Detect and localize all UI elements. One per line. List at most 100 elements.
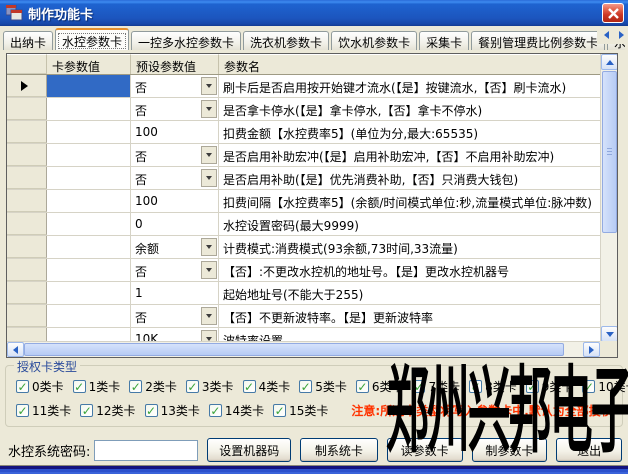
table-row: 0 水控设置密码(最大9999) bbox=[7, 213, 617, 236]
cell-preset-value[interactable]: 否 bbox=[131, 144, 219, 166]
read-param-card-button[interactable]: 读参数卡 bbox=[387, 438, 463, 462]
checkbox-checked-icon: ✓ bbox=[129, 380, 142, 393]
checkbox-checked-icon: ✓ bbox=[80, 404, 93, 417]
exit-button[interactable]: 退出 bbox=[556, 438, 622, 462]
scroll-right-icon[interactable] bbox=[583, 342, 600, 357]
tab-water-control-param-card[interactable]: 水控参数卡 bbox=[55, 28, 129, 50]
system-password-input[interactable] bbox=[94, 440, 198, 461]
checkbox-type-10[interactable]: ✓10类卡 bbox=[582, 378, 628, 395]
cell-card-value[interactable] bbox=[47, 305, 131, 327]
row-selector[interactable] bbox=[7, 190, 47, 212]
row-selector[interactable] bbox=[7, 282, 47, 304]
dropdown-button[interactable] bbox=[201, 100, 217, 118]
vertical-scrollbar[interactable] bbox=[600, 54, 617, 342]
checkbox-type-9[interactable]: ✓9类卡 bbox=[526, 378, 574, 395]
cell-preset-value[interactable]: 否 bbox=[131, 259, 219, 281]
checkbox-checked-icon: ✓ bbox=[16, 380, 29, 393]
tab-multi-water-control-param-card[interactable]: 一控多水控参数卡 bbox=[131, 31, 241, 50]
checkbox-type-2[interactable]: ✓2类卡 bbox=[129, 378, 177, 395]
checkbox-type-14[interactable]: ✓14类卡 bbox=[209, 402, 264, 419]
scroll-down-icon[interactable] bbox=[601, 326, 618, 342]
make-param-card-button[interactable]: 制参数卡 bbox=[472, 438, 548, 462]
dropdown-button[interactable] bbox=[201, 169, 217, 187]
col-header-param-name[interactable]: 参数名 bbox=[219, 54, 617, 74]
cell-preset-value[interactable]: 100 bbox=[131, 121, 219, 143]
checkbox-type-13[interactable]: ✓13类卡 bbox=[145, 402, 200, 419]
tab-cashier-card[interactable]: 出纳卡 bbox=[3, 31, 53, 50]
close-button[interactable] bbox=[602, 3, 624, 23]
checkbox-type-3[interactable]: ✓3类卡 bbox=[186, 378, 234, 395]
table-row: 否 【否】:不更改水控机的地址号。【是】更改水控机器号 bbox=[7, 259, 617, 282]
row-selector[interactable] bbox=[7, 213, 47, 235]
grid-corner bbox=[7, 54, 47, 74]
checkbox-type-4[interactable]: ✓4类卡 bbox=[243, 378, 291, 395]
row-selector[interactable] bbox=[7, 121, 47, 143]
checkbox-type-12[interactable]: ✓12类卡 bbox=[80, 402, 135, 419]
cell-preset-value[interactable]: 否 bbox=[131, 98, 219, 120]
checkbox-type-11[interactable]: ✓11类卡 bbox=[16, 402, 71, 419]
cell-param-name: 刷卡后是否启用按开始键才流水(【是】按键流水,【否】刷卡流水) bbox=[219, 75, 617, 97]
row-selector[interactable] bbox=[7, 236, 47, 258]
checkbox-type-0[interactable]: ✓0类卡 bbox=[16, 378, 64, 395]
checkbox-type-8[interactable]: ✓8类卡 bbox=[469, 378, 517, 395]
cell-param-name: 扣费金额【水控费率5】(单位为分,最大:65535) bbox=[219, 121, 617, 143]
tab-collection-card[interactable]: 采集卡 bbox=[419, 31, 469, 50]
cell-preset-value[interactable]: 1 bbox=[131, 282, 219, 304]
checkbox-type-5[interactable]: ✓5类卡 bbox=[299, 378, 347, 395]
row-selector[interactable] bbox=[7, 98, 47, 120]
cell-preset-value[interactable]: 否 bbox=[131, 167, 219, 189]
dropdown-button[interactable] bbox=[201, 261, 217, 279]
col-header-preset-value[interactable]: 预设参数值 bbox=[131, 54, 219, 74]
tab-washing-machine-param-card[interactable]: 洗衣机参数卡 bbox=[243, 31, 329, 50]
row-selector[interactable] bbox=[7, 167, 47, 189]
checkbox-type-15[interactable]: ✓15类卡 bbox=[273, 402, 328, 419]
cell-card-value[interactable] bbox=[47, 121, 131, 143]
cell-preset-value[interactable]: 余额 bbox=[131, 236, 219, 258]
col-header-card-value[interactable]: 卡参数值 bbox=[47, 54, 131, 74]
tab-drinking-machine-param-card[interactable]: 饮水机参数卡 bbox=[331, 31, 417, 50]
cell-param-name: 水控设置密码(最大9999) bbox=[219, 213, 617, 235]
cell-preset-value[interactable]: 100 bbox=[131, 190, 219, 212]
checkbox-type-6[interactable]: ✓6类卡 bbox=[356, 378, 404, 395]
cell-card-value[interactable] bbox=[47, 98, 131, 120]
scroll-up-icon[interactable] bbox=[601, 54, 618, 70]
checkbox-type-7[interactable]: ✓7类卡 bbox=[412, 378, 460, 395]
card-type-row-1: ✓0类卡 ✓1类卡 ✓2类卡 ✓3类卡 ✓4类卡 ✓5类卡 ✓6类卡 ✓7类卡 … bbox=[16, 378, 618, 395]
table-row: 100 扣费金额【水控费率5】(单位为分,最大:65535) bbox=[7, 121, 617, 144]
row-selector[interactable] bbox=[7, 259, 47, 281]
cell-preset-value[interactable]: 否 bbox=[131, 305, 219, 327]
checkbox-checked-icon: ✓ bbox=[299, 380, 312, 393]
cell-preset-value[interactable]: 否 bbox=[131, 75, 219, 97]
footer-bar: 水控系统密码: 设置机器码 制系统卡 读参数卡 制参数卡 退出 bbox=[8, 437, 622, 463]
horizontal-scrollbar-thumb[interactable] bbox=[24, 343, 564, 356]
checkbox-type-1[interactable]: ✓1类卡 bbox=[73, 378, 121, 395]
current-row-pointer-icon bbox=[21, 81, 28, 91]
dropdown-button[interactable] bbox=[201, 146, 217, 164]
make-system-card-button[interactable]: 制系统卡 bbox=[300, 438, 378, 462]
table-row: 1 起始地址号(不能大于255) bbox=[7, 282, 617, 305]
tab-scroll-right-icon[interactable] bbox=[614, 28, 628, 42]
dropdown-button[interactable] bbox=[201, 238, 217, 256]
row-selector[interactable] bbox=[7, 144, 47, 166]
checkbox-checked-icon: ✓ bbox=[73, 380, 86, 393]
cell-card-value[interactable] bbox=[47, 167, 131, 189]
row-selector[interactable] bbox=[7, 305, 47, 327]
tab-scroll-left-icon[interactable] bbox=[599, 28, 613, 42]
tab-meal-fee-ratio-param-card[interactable]: 餐别管理费比例参数卡 bbox=[471, 31, 605, 50]
vertical-scrollbar-thumb[interactable] bbox=[602, 71, 617, 233]
dropdown-button[interactable] bbox=[201, 307, 217, 325]
set-machine-code-button[interactable]: 设置机器码 bbox=[207, 438, 291, 462]
cell-card-value[interactable] bbox=[47, 75, 131, 97]
cell-card-value[interactable] bbox=[47, 144, 131, 166]
cell-card-value[interactable] bbox=[47, 282, 131, 304]
horizontal-scrollbar[interactable] bbox=[7, 341, 600, 357]
scroll-left-icon[interactable] bbox=[7, 342, 24, 357]
dropdown-button[interactable] bbox=[201, 77, 217, 95]
cell-card-value[interactable] bbox=[47, 236, 131, 258]
cell-preset-value[interactable]: 0 bbox=[131, 213, 219, 235]
table-row: 100 扣费间隔【水控费率5】(余额/时间模式单位:秒,流量模式单位:脉冲数) bbox=[7, 190, 617, 213]
cell-card-value[interactable] bbox=[47, 213, 131, 235]
row-selector[interactable] bbox=[7, 75, 47, 97]
cell-card-value[interactable] bbox=[47, 190, 131, 212]
cell-card-value[interactable] bbox=[47, 259, 131, 281]
